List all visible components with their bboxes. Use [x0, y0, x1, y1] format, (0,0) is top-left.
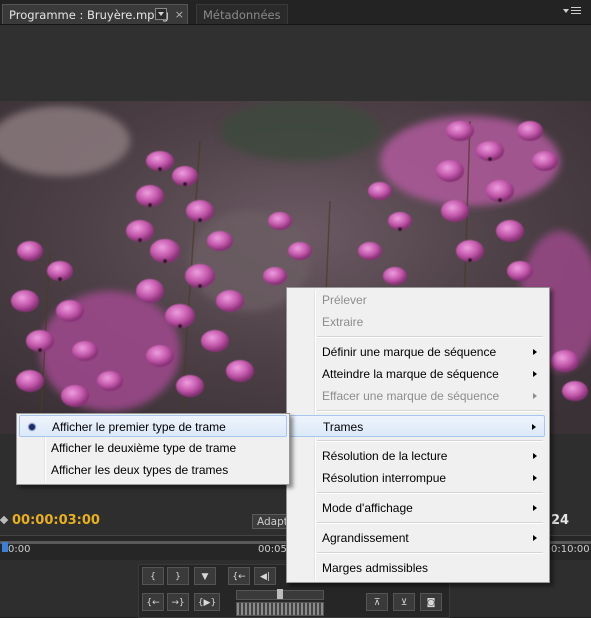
menu-separator	[317, 336, 543, 338]
menu-separator	[317, 410, 543, 412]
submenu-arrow-icon	[533, 371, 537, 377]
menu-separator	[317, 492, 543, 494]
menu-item-label: Définir une marque de séquence	[322, 345, 497, 359]
submenu-arrow-icon	[533, 453, 537, 459]
add-marker-button[interactable]: ▼	[194, 567, 216, 585]
menu-item-label: Extraire	[322, 315, 364, 329]
tab-bar: Programme : Bruyère.mpeg × Métadonnées	[0, 0, 591, 25]
menu-item-label: Agrandissement	[322, 531, 409, 545]
menu-item-label: Atteindre la marque de séquence	[322, 367, 499, 381]
step-back-button[interactable]: ◀|	[254, 567, 276, 585]
submenu-arrow-icon	[533, 475, 537, 481]
submenu-item-deuxieme-type[interactable]: Afficher le deuxième type de trame	[19, 437, 287, 459]
context-menu: Prélever Extraire Définir une marque de …	[286, 287, 550, 583]
tab-metadata-label: Métadonnées	[203, 8, 281, 22]
menu-item-prelever[interactable]: Prélever	[289, 289, 545, 311]
lift-button[interactable]: ⊼	[366, 593, 388, 611]
panel-menu-icon[interactable]	[563, 5, 583, 17]
menu-item-agrandissement[interactable]: Agrandissement	[289, 527, 545, 549]
menu-item-label: Résolution de la lecture	[322, 449, 448, 463]
menu-item-label: Prélever	[322, 293, 367, 307]
menu-separator	[317, 552, 543, 554]
play-in-to-out-button[interactable]: {▶}	[194, 593, 220, 611]
menu-item-mode-affichage[interactable]: Mode d'affichage	[289, 497, 545, 519]
menu-item-label: Afficher les deux types de trames	[51, 463, 229, 477]
menu-separator	[317, 522, 543, 524]
ruler-label: 00:05	[258, 544, 287, 555]
current-timecode[interactable]: 00:00:03:00	[12, 513, 100, 528]
shuttle-slider[interactable]	[236, 589, 324, 600]
submenu-trames: Afficher le premier type de trame Affich…	[16, 413, 290, 485]
submenu-arrow-icon	[533, 393, 537, 399]
go-to-in-button[interactable]: {←	[228, 567, 250, 585]
tab-program-label: Programme : Bruyère.mpeg	[9, 8, 169, 22]
next-edit-button[interactable]: →}	[167, 593, 189, 611]
menu-item-resolution-interrompue[interactable]: Résolution interrompue	[289, 467, 545, 489]
submenu-arrow-icon	[533, 535, 537, 541]
extract-button[interactable]: ⊻	[393, 593, 415, 611]
submenu-arrow-icon	[533, 505, 537, 511]
menu-item-extraire[interactable]: Extraire	[289, 311, 545, 333]
menu-item-label: Afficher le premier type de trame	[52, 420, 226, 434]
menu-item-effacer-marque[interactable]: Effacer une marque de séquence	[289, 385, 545, 407]
menu-item-resolution-lecture[interactable]: Résolution de la lecture	[289, 445, 545, 467]
submenu-arrow-icon	[533, 349, 537, 355]
menu-item-label: Effacer une marque de séquence	[322, 389, 500, 403]
menu-item-definir-marque[interactable]: Définir une marque de séquence	[289, 341, 545, 363]
menu-separator	[317, 440, 543, 442]
menu-item-label: Mode d'affichage	[322, 501, 413, 515]
jog-wheel[interactable]	[236, 602, 324, 616]
menu-item-label: Résolution interrompue	[322, 471, 447, 485]
tab-program[interactable]: Programme : Bruyère.mpeg ×	[2, 4, 188, 24]
submenu-arrow-icon	[532, 424, 536, 430]
mark-in-button[interactable]: {	[142, 567, 164, 585]
ruler-label: 0:00	[8, 544, 31, 555]
chevron-down-icon[interactable]	[155, 8, 167, 20]
menu-item-atteindre-marque[interactable]: Atteindre la marque de séquence	[289, 363, 545, 385]
submenu-item-deux-types[interactable]: Afficher les deux types de trames	[19, 459, 287, 481]
tab-metadata[interactable]: Métadonnées	[196, 4, 288, 24]
menu-item-label: Marges admissibles	[322, 561, 429, 575]
duration-timecode: 24	[551, 513, 570, 528]
ruler-label: 0:10:00	[551, 544, 590, 555]
close-icon[interactable]: ×	[175, 5, 184, 25]
playhead[interactable]	[2, 542, 8, 552]
mark-out-button[interactable]: }	[167, 567, 189, 585]
menu-item-trames[interactable]: Trames	[289, 415, 545, 437]
previous-edit-button[interactable]: {←	[142, 593, 164, 611]
submenu-item-premier-type[interactable]: Afficher le premier type de trame	[19, 415, 287, 437]
menu-item-marges-admissibles[interactable]: Marges admissibles	[289, 557, 545, 579]
camera-icon[interactable]: ◙	[420, 593, 442, 611]
monitor-top-area	[0, 25, 591, 101]
menu-item-label: Trames	[323, 420, 364, 434]
menu-item-label: Afficher le deuxième type de trame	[51, 441, 237, 455]
radio-selected-icon	[29, 424, 35, 430]
